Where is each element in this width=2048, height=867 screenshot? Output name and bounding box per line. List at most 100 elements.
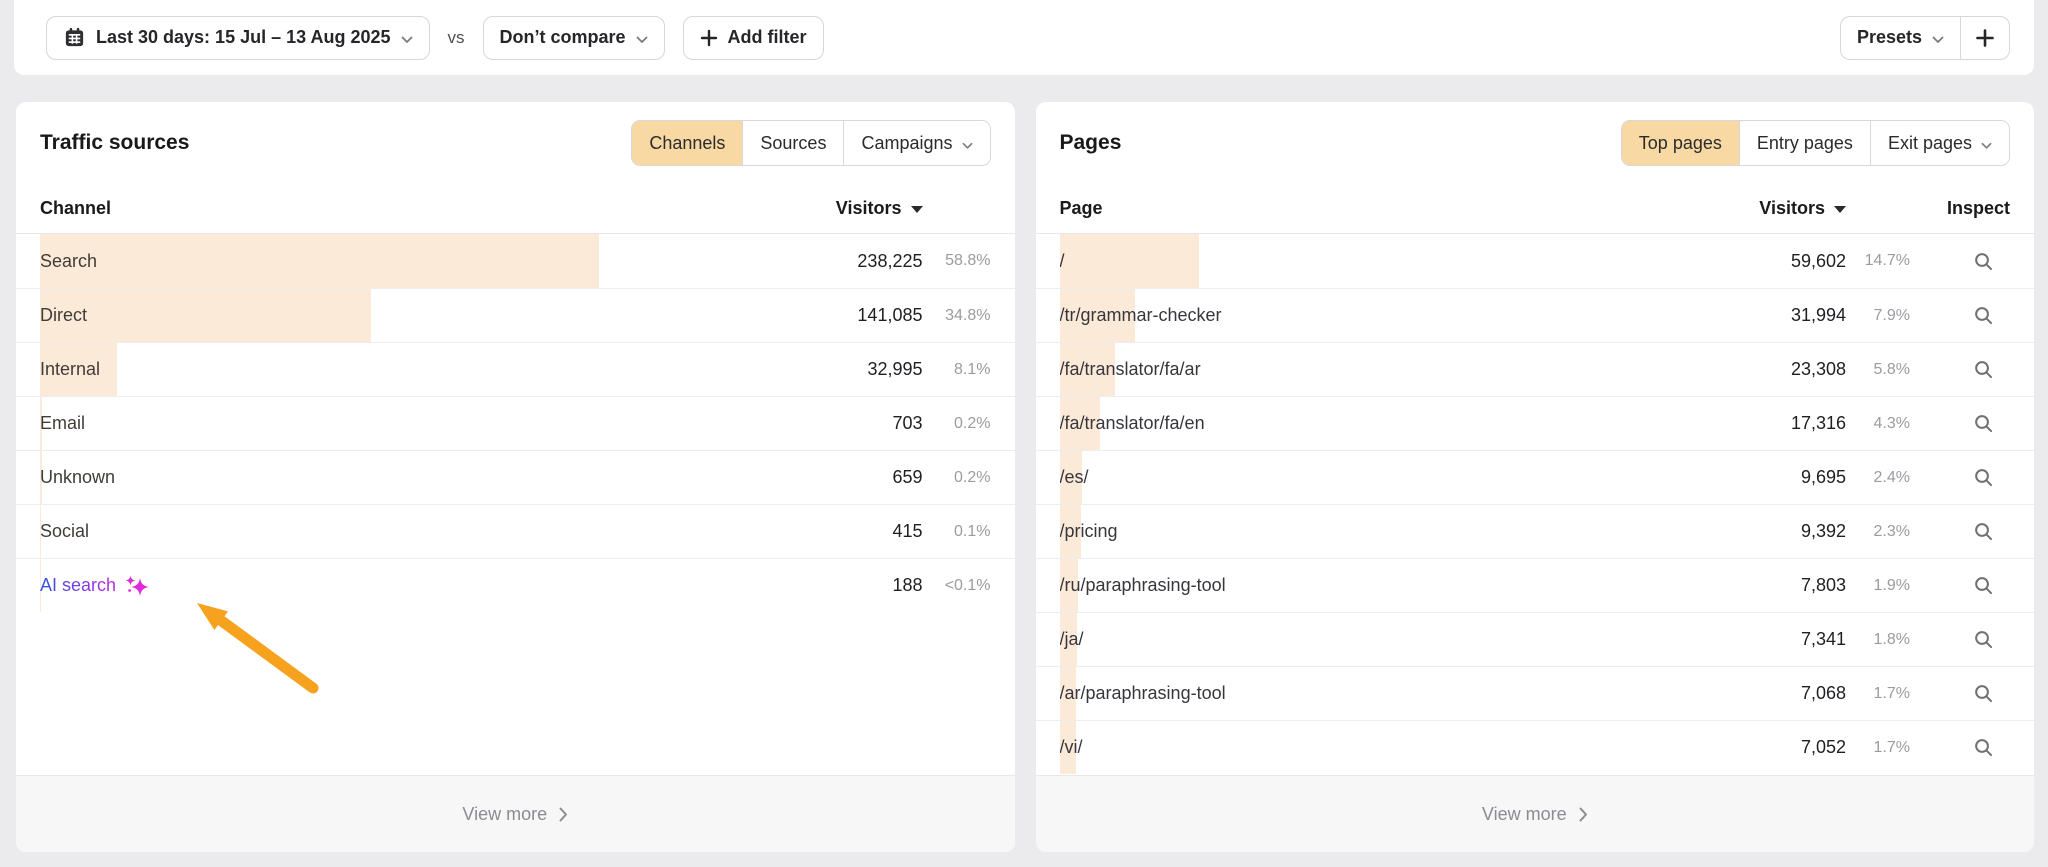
visitors-value: 7,052 [1801,737,1846,758]
traffic-view-more-button[interactable]: View more [16,775,1015,852]
plus-icon [1975,28,1995,48]
visitors-share: 1.7% [1846,739,1910,757]
tab-exit-pages[interactable]: Exit pages [1870,121,2009,165]
visitors-share: 1.9% [1846,577,1910,595]
inspect-button[interactable] [1973,251,1994,272]
table-row[interactable]: /tr/grammar-checker 31,994 7.9% [1036,288,2035,342]
visitors-value: 703 [892,413,922,434]
visitors-column-label: Visitors [1759,198,1825,219]
page-path: /pricing [1060,521,1118,542]
visitors-sort-header[interactable]: Visitors [1759,198,1846,219]
magnifier-icon [1973,467,1994,488]
table-row[interactable]: /ja/ 7,341 1.8% [1036,612,2035,666]
visitors-value: 32,995 [867,359,922,380]
magnifier-icon [1973,521,1994,542]
date-range-label: Last 30 days: 15 Jul – 13 Aug 2025 [96,27,391,48]
sort-desc-icon [911,206,923,213]
traffic-sources-title: Traffic sources [40,131,189,155]
inspect-column-header: Inspect [1910,198,2010,219]
page-path: /ja/ [1060,629,1084,650]
table-row[interactable]: /pricing 9,392 2.3% [1036,504,2035,558]
inspect-button[interactable] [1973,359,1994,380]
visitors-value: 141,085 [857,305,922,326]
magnifier-icon [1973,305,1994,326]
page-path-cell: /ru/paraphrasing-tool [1060,575,1801,596]
channel-name: Unknown [40,467,115,488]
table-row[interactable]: /es/ 9,695 2.4% [1036,450,2035,504]
traffic-table-body: Search 238,225 58.8% Direct 141,085 34.8… [16,234,1015,612]
tab-exit-pages-label: Exit pages [1888,133,1972,154]
channel-name-cell: AI search [40,574,892,598]
tab-entry-pages[interactable]: Entry pages [1739,121,1870,165]
channel-name-cell: Search [40,251,857,272]
traffic-sources-panel: Traffic sources Channels Sources Campaig… [16,102,1015,852]
channel-name-cell: Email [40,413,892,434]
channel-column-header: Channel [40,198,836,219]
table-row[interactable]: / 59,602 14.7% [1036,234,2035,288]
presets-group: Presets [1840,16,2010,60]
page-path: /fa/translator/fa/ar [1060,359,1201,380]
tab-channels[interactable]: Channels [632,121,742,165]
page-path: /ar/paraphrasing-tool [1060,683,1226,704]
traffic-tabs: Channels Sources Campaigns [631,120,990,166]
table-row[interactable]: /ar/paraphrasing-tool 7,068 1.7% [1036,666,2035,720]
inspect-button[interactable] [1973,575,1994,596]
table-row[interactable]: Social 415 0.1% [16,504,1015,558]
visitors-share: 8.1% [923,361,991,379]
pages-table-header: Page Visitors Inspect [1036,184,2035,234]
tab-sources[interactable]: Sources [742,121,843,165]
chevron-down-icon [1981,134,1992,155]
table-row[interactable]: Direct 141,085 34.8% [16,288,1015,342]
sort-desc-icon [1834,206,1846,213]
channel-name-cell: Social [40,521,892,542]
inspect-button[interactable] [1973,683,1994,704]
visitors-value: 17,316 [1791,413,1846,434]
tab-top-pages[interactable]: Top pages [1622,121,1739,165]
channel-name: Internal [40,359,100,380]
inspect-button[interactable] [1973,413,1994,434]
table-row[interactable]: Unknown 659 0.2% [16,450,1015,504]
chevron-right-icon [559,807,568,822]
magnifier-icon [1973,251,1994,272]
compare-label: Don’t compare [500,27,626,48]
table-row[interactable]: Email 703 0.2% [16,396,1015,450]
page-path-cell: /vi/ [1060,737,1801,758]
visitors-value: 59,602 [1791,251,1846,272]
table-row[interactable]: AI search 188 <0.1% [16,558,1015,612]
tab-campaigns[interactable]: Campaigns [843,121,989,165]
table-row[interactable]: /fa/translator/fa/en 17,316 4.3% [1036,396,2035,450]
inspect-button[interactable] [1973,467,1994,488]
visitors-sort-header[interactable]: Visitors [836,198,923,219]
table-row[interactable]: Search 238,225 58.8% [16,234,1015,288]
traffic-table-header: Channel Visitors [16,184,1015,234]
inspect-button[interactable] [1973,629,1994,650]
visitors-share: 2.3% [1846,523,1910,541]
page-path: /vi/ [1060,737,1083,758]
visitors-share: 1.7% [1846,685,1910,703]
visitors-value: 9,392 [1801,521,1846,542]
presets-button[interactable]: Presets [1840,16,1960,60]
page-path: /es/ [1060,467,1089,488]
table-row[interactable]: /vi/ 7,052 1.7% [1036,720,2035,774]
table-row[interactable]: Internal 32,995 8.1% [16,342,1015,396]
page-path-cell: /pricing [1060,521,1801,542]
page-path: /tr/grammar-checker [1060,305,1222,326]
channel-name: Social [40,521,89,542]
visitors-share: 0.1% [923,523,991,541]
compare-button[interactable]: Don’t compare [483,16,665,60]
chevron-right-icon [1579,807,1588,822]
inspect-button[interactable] [1973,521,1994,542]
pages-view-more-button[interactable]: View more [1036,775,2035,852]
inspect-button[interactable] [1973,737,1994,758]
table-row[interactable]: /fa/translator/fa/ar 23,308 5.8% [1036,342,2035,396]
view-more-label: View more [462,804,547,825]
new-preset-button[interactable] [1960,16,2010,60]
add-filter-button[interactable]: Add filter [683,16,824,60]
add-filter-label: Add filter [728,27,807,48]
table-row[interactable]: /ru/paraphrasing-tool 7,803 1.9% [1036,558,2035,612]
date-range-button[interactable]: Last 30 days: 15 Jul – 13 Aug 2025 [46,16,430,60]
chevron-down-icon [1932,28,1944,49]
visitors-value: 238,225 [857,251,922,272]
page-column-header: Page [1060,198,1760,219]
inspect-button[interactable] [1973,305,1994,326]
